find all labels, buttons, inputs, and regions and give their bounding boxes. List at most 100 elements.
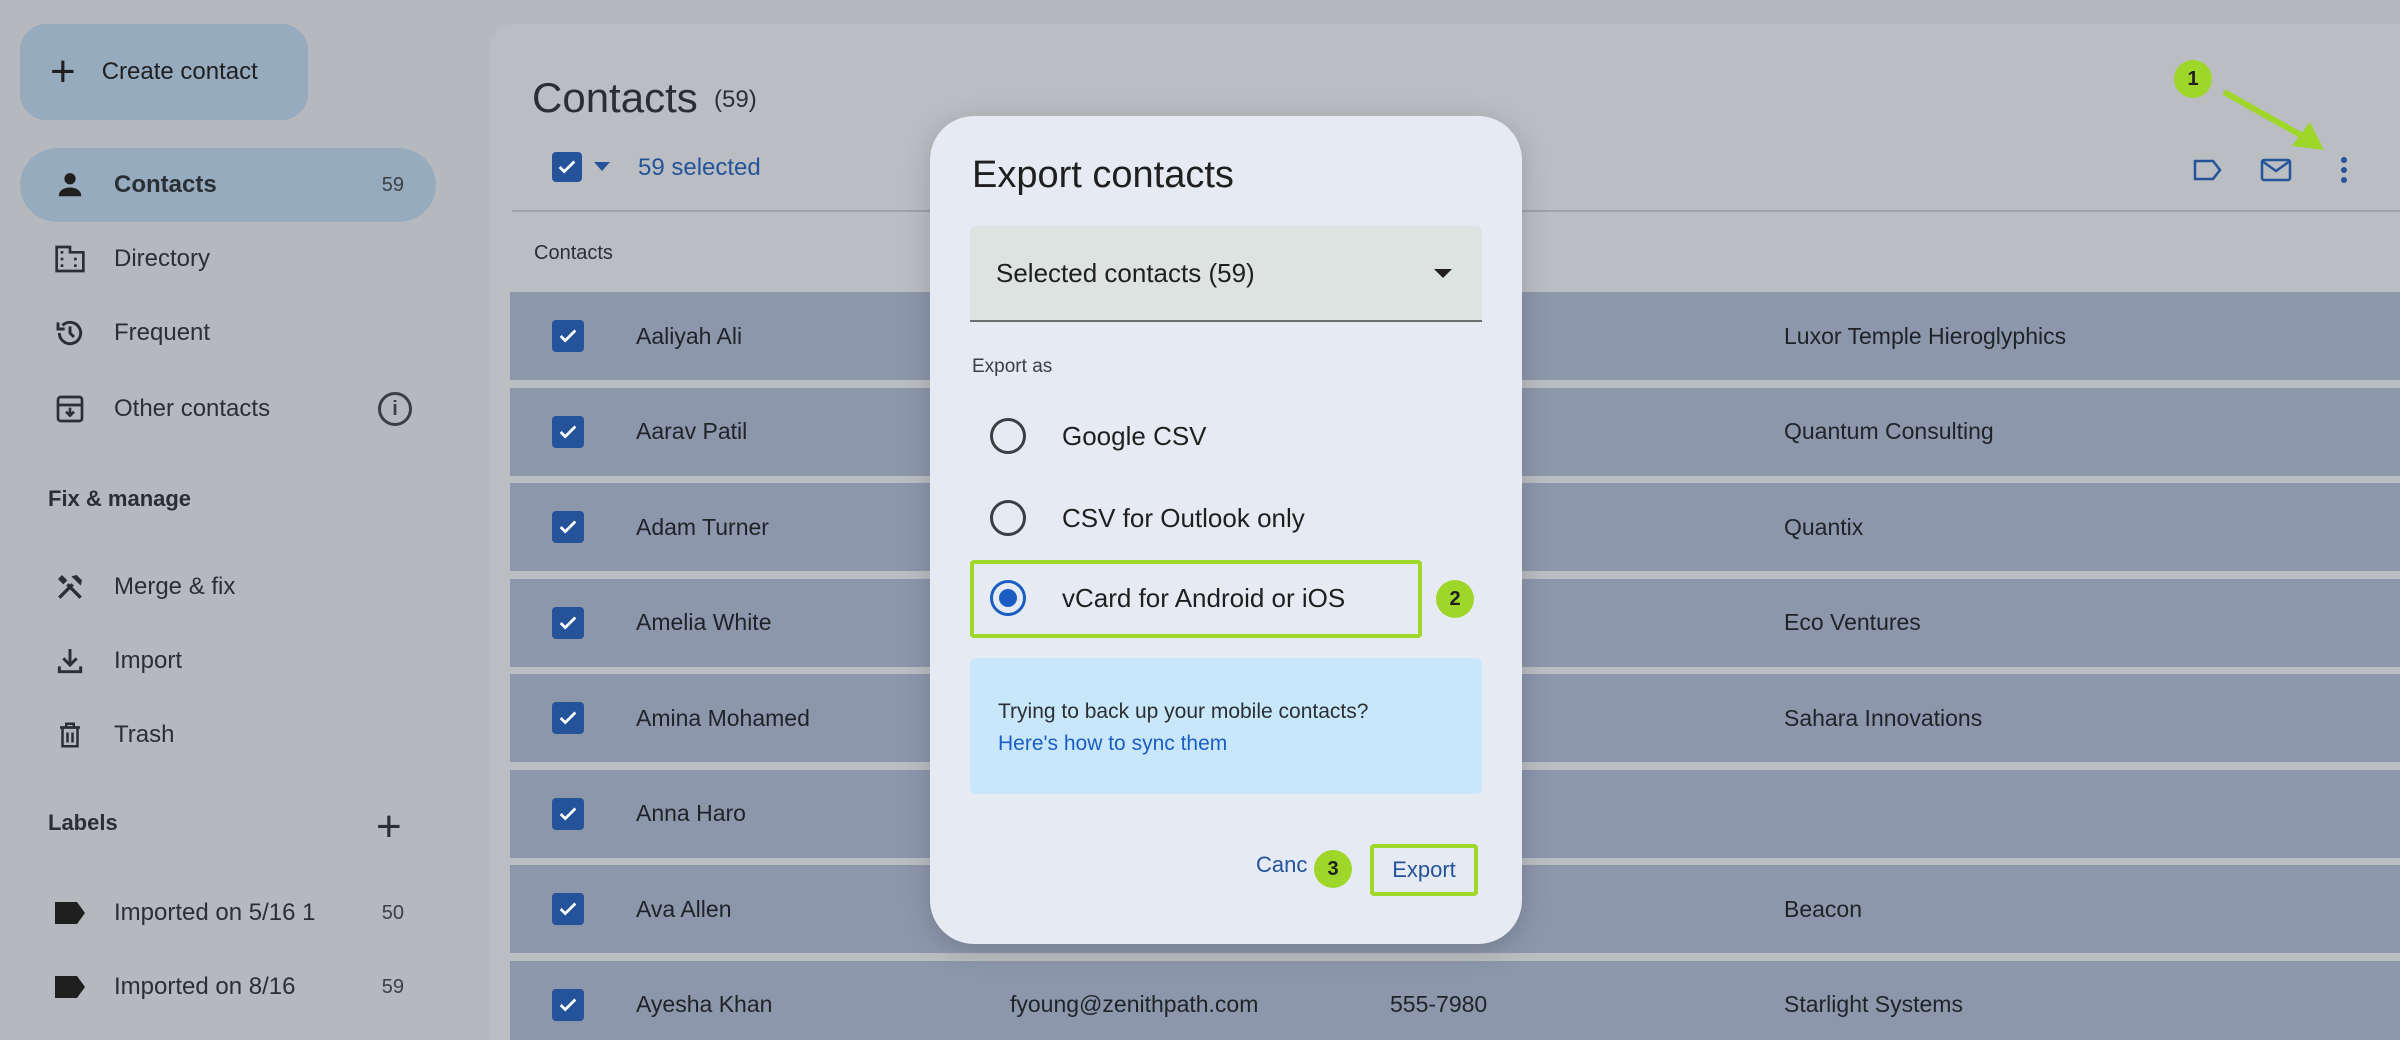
check-icon [559,807,577,821]
check-icon [559,998,577,1012]
sidebar-item-other-contacts[interactable]: Other contacts i [20,372,436,446]
page-title: Contacts [532,74,698,121]
export-as-label: Export as [972,356,1053,377]
export-contacts-dialog: Export contacts Selected contacts (59) E… [930,116,1522,944]
row-checkbox[interactable] [552,320,584,352]
sidebar-item-import[interactable]: Import [20,624,436,698]
sidebar-item-label: Trash [114,721,175,748]
history-icon [52,315,88,351]
sidebar-item-label: Imported on 8/16 [114,973,296,1000]
row-checkbox[interactable] [552,797,584,830]
dropdown-arrow-icon [1434,268,1452,278]
arrow-annotation-icon [2222,89,2324,150]
check-icon [559,711,577,725]
select-value: Selected contacts (59) [996,257,1255,288]
sidebar-item-label-imported-816[interactable]: Imported on 8/16 59 [20,950,436,1024]
send-email-button[interactable] [2258,152,2294,188]
sidebar-item-frequent[interactable]: Frequent [20,296,436,370]
contact-company: Sahara Innovations [1784,704,1983,731]
radio-button[interactable] [990,500,1026,536]
row-checkbox[interactable] [552,511,584,543]
tools-icon [52,569,88,605]
sidebar-item-label: Directory [114,245,211,272]
contact-company: Beacon [1784,895,1863,922]
create-contact-label: Create contact [101,58,258,85]
sidebar-item-contacts[interactable]: Contacts 59 [20,148,436,222]
mail-icon [2260,158,2292,182]
sidebar-item-merge-fix[interactable]: Merge & fix [20,550,436,624]
add-label-button[interactable]: + [376,802,402,852]
labels-heading: Labels [48,810,118,835]
download-icon [52,643,88,679]
step-badge-2: 2 [1436,580,1474,618]
option-csv-outlook[interactable]: CSV for Outlook only [990,500,1305,536]
radio-button-selected[interactable] [990,580,1026,616]
building-icon [52,241,88,277]
sidebar-item-label: Imported on 5/16 1 [114,899,316,926]
row-checkbox[interactable] [552,893,584,925]
contact-email: fyoung@zenithpath.com [1010,991,1259,1017]
contact-name: Amelia White [636,609,772,635]
contact-name: Anna Haro [636,800,746,826]
radio-button[interactable] [990,418,1026,454]
table-row[interactable]: Ayesha Khan fyoung@zenithpath.com 555-79… [510,960,2400,1040]
contact-name: Ayesha Khan [636,991,773,1017]
sidebar-item-label: Other contacts [114,395,271,422]
label-icon [52,895,88,931]
label-outline-icon [2193,159,2222,181]
manage-labels-button[interactable] [2190,152,2226,188]
selection-dropdown-icon[interactable] [594,162,610,171]
plus-icon: + [50,47,76,96]
more-actions-button[interactable] [2326,152,2362,188]
sidebar-item-count: 50 [381,901,404,924]
page-title-count: (59) [714,86,757,113]
row-checkbox[interactable] [552,415,584,448]
check-icon [559,425,577,439]
trash-icon [52,717,88,753]
dialog-title: Export contacts [972,154,1234,196]
toolbar-actions [2190,152,2400,188]
sidebar-item-label: Merge & fix [114,573,236,600]
contact-name: Aarav Patil [636,418,748,444]
create-contact-button[interactable]: + Create contact [20,24,308,120]
sidebar-item-label: Frequent [114,319,211,346]
contact-company: Luxor Temple Hieroglyphics [1784,322,2067,349]
contacts-scope-select[interactable]: Selected contacts (59) [970,226,1482,322]
option-label: Google CSV [1062,420,1207,451]
app-root: + Create contact Contacts 59 Directory F… [0,0,2400,1040]
sidebar-item-label: Import [114,647,183,674]
sidebar-item-directory[interactable]: Directory [20,222,436,296]
step-badge-3: 3 [1314,850,1352,888]
info-icon[interactable]: i [378,392,412,426]
contact-name: Adam Turner [636,513,769,540]
option-vcard[interactable]: vCard for Android or iOS [990,580,1345,616]
select-all-checkbox[interactable] [552,152,582,182]
check-icon [558,160,576,174]
sync-help-link[interactable]: Here's how to sync them [998,728,1454,760]
more-vert-icon [2341,157,2347,183]
sync-info-box: Trying to back up your mobile contacts? … [970,658,1482,794]
fix-manage-heading: Fix & manage [48,486,192,511]
sidebar-item-count: 59 [381,173,404,196]
info-text: Trying to back up your mobile contacts? [998,700,1369,723]
sidebar-item-label: Contacts [114,171,217,198]
contact-phone: 555-7980 [1390,991,1488,1017]
sidebar-item-count: 59 [381,975,404,998]
radio-dot [999,589,1017,607]
row-checkbox[interactable] [552,988,584,1021]
check-icon [559,520,577,534]
sidebar-item-label-imported-516[interactable]: Imported on 5/16 1 50 [20,876,436,950]
sidebar-item-trash[interactable]: Trash [20,698,436,772]
contact-company: Quantum Consulting [1784,418,1994,444]
check-icon [559,329,577,343]
option-google-csv[interactable]: Google CSV [990,418,1207,454]
person-icon [52,167,88,203]
row-checkbox[interactable] [552,702,584,734]
step-badge-1: 1 [2174,60,2212,98]
row-checkbox[interactable] [552,606,584,639]
sidebar: + Create contact Contacts 59 Directory F… [0,0,470,1040]
export-button[interactable]: Export [1370,844,1478,896]
contact-name: Ava Allen [636,895,732,922]
cancel-button[interactable]: Canc [1256,852,1307,878]
label-icon [52,969,88,1005]
